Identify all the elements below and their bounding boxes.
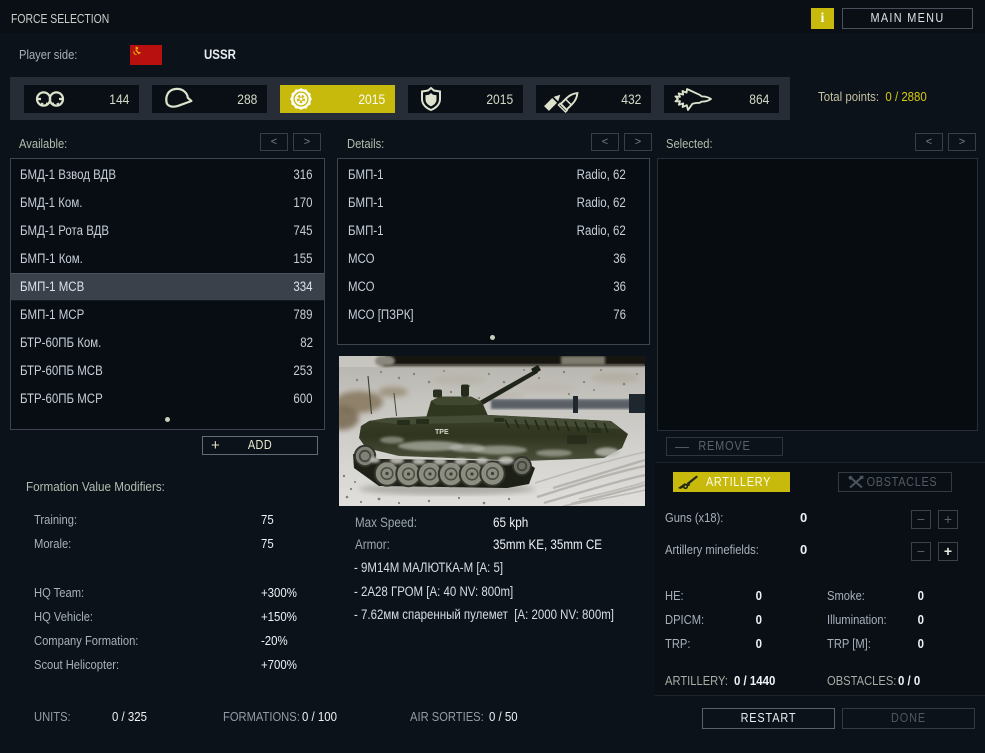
svg-text:ТРЕ: ТРЕ — [435, 429, 449, 436]
